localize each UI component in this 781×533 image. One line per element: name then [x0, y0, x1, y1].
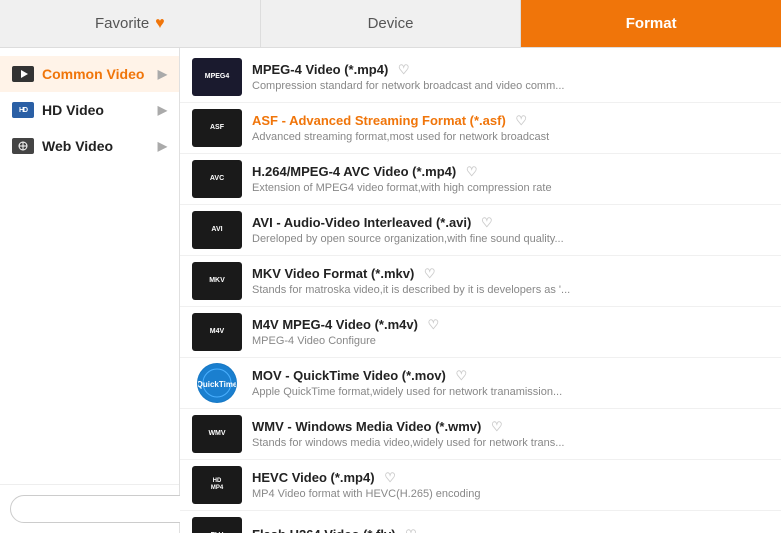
- sidebar: Common Video ▶ HD HD Video ▶: [0, 48, 180, 533]
- main-content: Common Video ▶ HD HD Video ▶: [0, 48, 781, 533]
- format-desc: MPEG-4 Video Configure: [252, 335, 769, 347]
- sidebar-item-hd-video[interactable]: HD HD Video ▶: [0, 92, 179, 128]
- app-container: Favorite ♥ Device Format Common: [0, 0, 781, 533]
- heart-icon[interactable]: ♡: [405, 527, 417, 533]
- tab-favorite[interactable]: Favorite ♥: [0, 0, 261, 47]
- list-item[interactable]: AVC H.264/MPEG-4 AVC Video (*.mp4) ♡ Ext…: [180, 154, 781, 205]
- tab-favorite-label: Favorite: [95, 15, 149, 32]
- web-video-chevron: ▶: [158, 139, 167, 153]
- format-title: MPEG-4 Video (*.mp4) ♡: [252, 62, 769, 78]
- format-info-mov: MOV - QuickTime Video (*.mov) ♡ Apple Qu…: [252, 368, 769, 398]
- heart-icon[interactable]: ♡: [424, 266, 436, 281]
- format-thumb-wmv: WMV: [192, 415, 242, 453]
- favorite-heart-icon: ♥: [155, 15, 165, 33]
- format-info-wmv: WMV - Windows Media Video (*.wmv) ♡ Stan…: [252, 419, 769, 449]
- heart-icon[interactable]: ♡: [428, 317, 440, 332]
- sidebar-item-common-video[interactable]: Common Video ▶: [0, 56, 179, 92]
- sidebar-item-web-video[interactable]: Web Video ▶: [0, 128, 179, 164]
- format-list: MPEG4 MPEG-4 Video (*.mp4) ♡ Compression…: [180, 48, 781, 533]
- format-desc: MP4 Video format with HEVC(H.265) encodi…: [252, 488, 769, 500]
- format-thumb-h264: AVC: [192, 160, 242, 198]
- tab-device-label: Device: [368, 15, 414, 32]
- list-item[interactable]: WMV WMV - Windows Media Video (*.wmv) ♡ …: [180, 409, 781, 460]
- heart-icon[interactable]: ♡: [491, 419, 503, 434]
- sidebar-item-common-video-label: Common Video: [42, 66, 144, 82]
- list-item[interactable]: HDMP4 HEVC Video (*.mp4) ♡ MP4 Video for…: [180, 460, 781, 511]
- format-title: HEVC Video (*.mp4) ♡: [252, 470, 769, 486]
- common-video-icon: [12, 66, 34, 82]
- format-thumb-mpeg4: MPEG4: [192, 58, 242, 96]
- format-info-hevc: HEVC Video (*.mp4) ♡ MP4 Video format wi…: [252, 470, 769, 500]
- mov-quicktime-icon: QuickTime: [197, 363, 237, 403]
- list-item[interactable]: AVI AVI - Audio-Video Interleaved (*.avi…: [180, 205, 781, 256]
- format-title: ASF - Advanced Streaming Format (*.asf) …: [252, 113, 769, 129]
- format-thumb-mov: QuickTime: [192, 364, 242, 402]
- heart-icon[interactable]: ♡: [481, 215, 493, 230]
- list-item[interactable]: MPEG4 MPEG-4 Video (*.mp4) ♡ Compression…: [180, 52, 781, 103]
- heart-icon[interactable]: ♡: [466, 164, 478, 179]
- format-title: M4V MPEG-4 Video (*.m4v) ♡: [252, 317, 769, 333]
- format-info-mkv: MKV Video Format (*.mkv) ♡ Stands for ma…: [252, 266, 769, 296]
- format-info-asf: ASF - Advanced Streaming Format (*.asf) …: [252, 113, 769, 143]
- heart-icon[interactable]: ♡: [515, 113, 527, 128]
- format-thumb-hevc: HDMP4: [192, 466, 242, 504]
- tab-format[interactable]: Format: [521, 0, 781, 47]
- format-info-m4v: M4V MPEG-4 Video (*.m4v) ♡ MPEG-4 Video …: [252, 317, 769, 347]
- list-item[interactable]: ASF ASF - Advanced Streaming Format (*.a…: [180, 103, 781, 154]
- search-input[interactable]: [10, 495, 208, 523]
- hd-video-chevron: ▶: [158, 103, 167, 117]
- format-thumb-asf: ASF: [192, 109, 242, 147]
- format-title: AVI - Audio-Video Interleaved (*.avi) ♡: [252, 215, 769, 231]
- format-desc: Stands for matroska video,it is describe…: [252, 284, 769, 296]
- format-title: Flash H264 Video (*.flv) ♡: [252, 527, 769, 533]
- format-thumb-flv: FLV: [192, 517, 242, 533]
- format-info-avi: AVI - Audio-Video Interleaved (*.avi) ♡ …: [252, 215, 769, 245]
- tab-device[interactable]: Device: [261, 0, 522, 47]
- format-thumb-mkv: MKV: [192, 262, 242, 300]
- heart-icon[interactable]: ♡: [398, 62, 410, 77]
- list-item[interactable]: FLV Flash H264 Video (*.flv) ♡: [180, 511, 781, 533]
- format-title: MKV Video Format (*.mkv) ♡: [252, 266, 769, 282]
- format-title: WMV - Windows Media Video (*.wmv) ♡: [252, 419, 769, 435]
- search-bar: 🔍: [0, 484, 179, 533]
- hd-video-icon: HD: [12, 102, 34, 118]
- format-title: MOV - QuickTime Video (*.mov) ♡: [252, 368, 769, 384]
- format-thumb-m4v: M4V: [192, 313, 242, 351]
- heart-icon[interactable]: ♡: [384, 470, 396, 485]
- sidebar-item-hd-video-label: HD Video: [42, 102, 104, 118]
- heart-icon[interactable]: ♡: [455, 368, 467, 383]
- tab-bar: Favorite ♥ Device Format: [0, 0, 781, 48]
- format-info-flv: Flash H264 Video (*.flv) ♡: [252, 527, 769, 533]
- format-desc: Extension of MPEG4 video format,with hig…: [252, 182, 769, 194]
- svg-text:QuickTime: QuickTime: [198, 380, 236, 389]
- format-desc: Apple QuickTime format,widely used for n…: [252, 386, 769, 398]
- format-info-h264: H.264/MPEG-4 AVC Video (*.mp4) ♡ Extensi…: [252, 164, 769, 194]
- format-desc: Stands for windows media video,widely us…: [252, 437, 769, 449]
- format-thumb-avi: AVI: [192, 211, 242, 249]
- format-desc: Compression standard for network broadca…: [252, 80, 769, 92]
- format-desc: Advanced streaming format,most used for …: [252, 131, 769, 143]
- list-item[interactable]: MKV MKV Video Format (*.mkv) ♡ Stands fo…: [180, 256, 781, 307]
- list-item[interactable]: M4V M4V MPEG-4 Video (*.m4v) ♡ MPEG-4 Vi…: [180, 307, 781, 358]
- list-item[interactable]: QuickTime MOV - QuickTime Video (*.mov) …: [180, 358, 781, 409]
- sidebar-items: Common Video ▶ HD HD Video ▶: [0, 56, 179, 484]
- sidebar-item-web-video-label: Web Video: [42, 138, 113, 154]
- format-info-mpeg4: MPEG-4 Video (*.mp4) ♡ Compression stand…: [252, 62, 769, 92]
- common-video-chevron: ▶: [158, 67, 167, 81]
- web-video-icon: [12, 138, 34, 154]
- format-desc: Dereloped by open source organization,wi…: [252, 233, 769, 245]
- tab-format-label: Format: [626, 15, 677, 32]
- format-title: H.264/MPEG-4 AVC Video (*.mp4) ♡: [252, 164, 769, 180]
